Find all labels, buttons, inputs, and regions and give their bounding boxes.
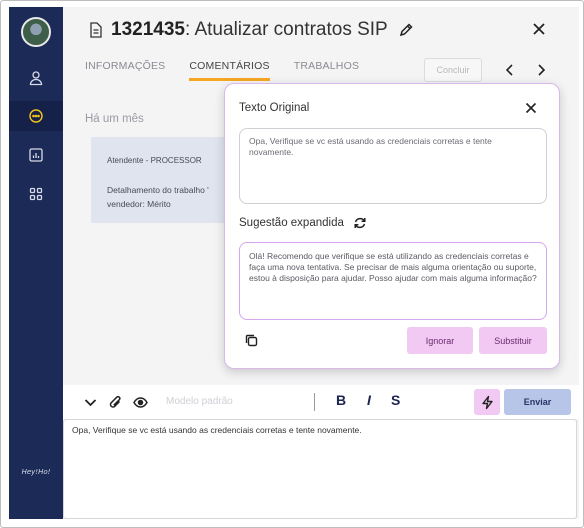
ai-suggestion-popup: Texto Original Opa, Verifique se vc está… [224, 83, 560, 369]
template-select[interactable]: Modelo padrão [166, 396, 233, 407]
ticket-title: : Atualizar contratos SIP [184, 19, 388, 40]
ignore-button[interactable]: Ignorar [407, 327, 473, 354]
chevron-left-icon[interactable] [503, 63, 517, 77]
avatar[interactable] [21, 17, 51, 47]
comment-body-line: vendedor: Mérito [107, 199, 171, 209]
eye-icon[interactable] [133, 395, 148, 410]
chevron-down-icon[interactable] [83, 395, 98, 410]
comment-card: Atendente - PROCESSOR Detalhamento do tr… [91, 137, 231, 223]
app-window: Hey!Ho! 1321435 : Atualizar contratos SI… [0, 0, 584, 528]
chart-icon[interactable] [21, 140, 51, 170]
tab-comentarios[interactable]: COMENTÁRIOS [189, 60, 270, 81]
replace-button[interactable]: Substituir [479, 327, 547, 354]
send-button[interactable]: Enviar [504, 389, 571, 415]
italic-button[interactable]: I [367, 392, 371, 408]
original-text-field[interactable]: Opa, Verifique se vc está usando as cred… [239, 128, 547, 204]
bold-button[interactable]: B [336, 392, 346, 408]
suggestion-text-field[interactable]: Olá! Recomendo que verifique se está uti… [239, 242, 547, 320]
copy-icon[interactable] [245, 334, 258, 347]
sidebar: Hey!Ho! [9, 7, 63, 519]
message-editor[interactable]: Opa, Verifique se vc está usando as cred… [63, 419, 577, 519]
refresh-icon[interactable] [353, 216, 367, 230]
strikethrough-button[interactable]: S [391, 392, 400, 408]
conclude-button[interactable]: Concluir [424, 58, 482, 82]
suggestion-title: Sugestão expandida [239, 217, 344, 229]
brand-logo: Hey!Ho! [21, 468, 51, 476]
ai-assist-button[interactable] [474, 389, 500, 415]
paperclip-icon[interactable] [108, 395, 123, 410]
chat-icon [28, 108, 44, 124]
close-icon[interactable] [525, 102, 537, 114]
toolbar-divider [314, 393, 315, 411]
comment-body-line: Detalhamento do trabalho ' [107, 185, 209, 195]
close-icon[interactable] [531, 21, 547, 37]
ticket-number: 1321435 [111, 19, 185, 40]
comment-author: Atendente - PROCESSOR [107, 156, 202, 165]
grid-icon[interactable] [21, 179, 51, 209]
lightning-icon [481, 395, 493, 409]
tab-trabalhos[interactable]: TRABALHOS [294, 60, 359, 81]
chevron-right-icon[interactable] [534, 63, 548, 77]
page-title: 1321435 : Atualizar contratos SIP [89, 17, 414, 43]
comment-timestamp: Há um mês [85, 113, 144, 125]
original-text-title: Texto Original [239, 102, 310, 114]
tab-bar: INFORMAÇÕES COMENTÁRIOS TRABALHOS [85, 60, 359, 81]
user-icon[interactable] [21, 63, 51, 93]
sidebar-item-comments[interactable] [9, 101, 63, 131]
pencil-icon[interactable] [398, 22, 414, 38]
document-icon [90, 22, 102, 38]
tab-informacoes[interactable]: INFORMAÇÕES [85, 60, 165, 81]
